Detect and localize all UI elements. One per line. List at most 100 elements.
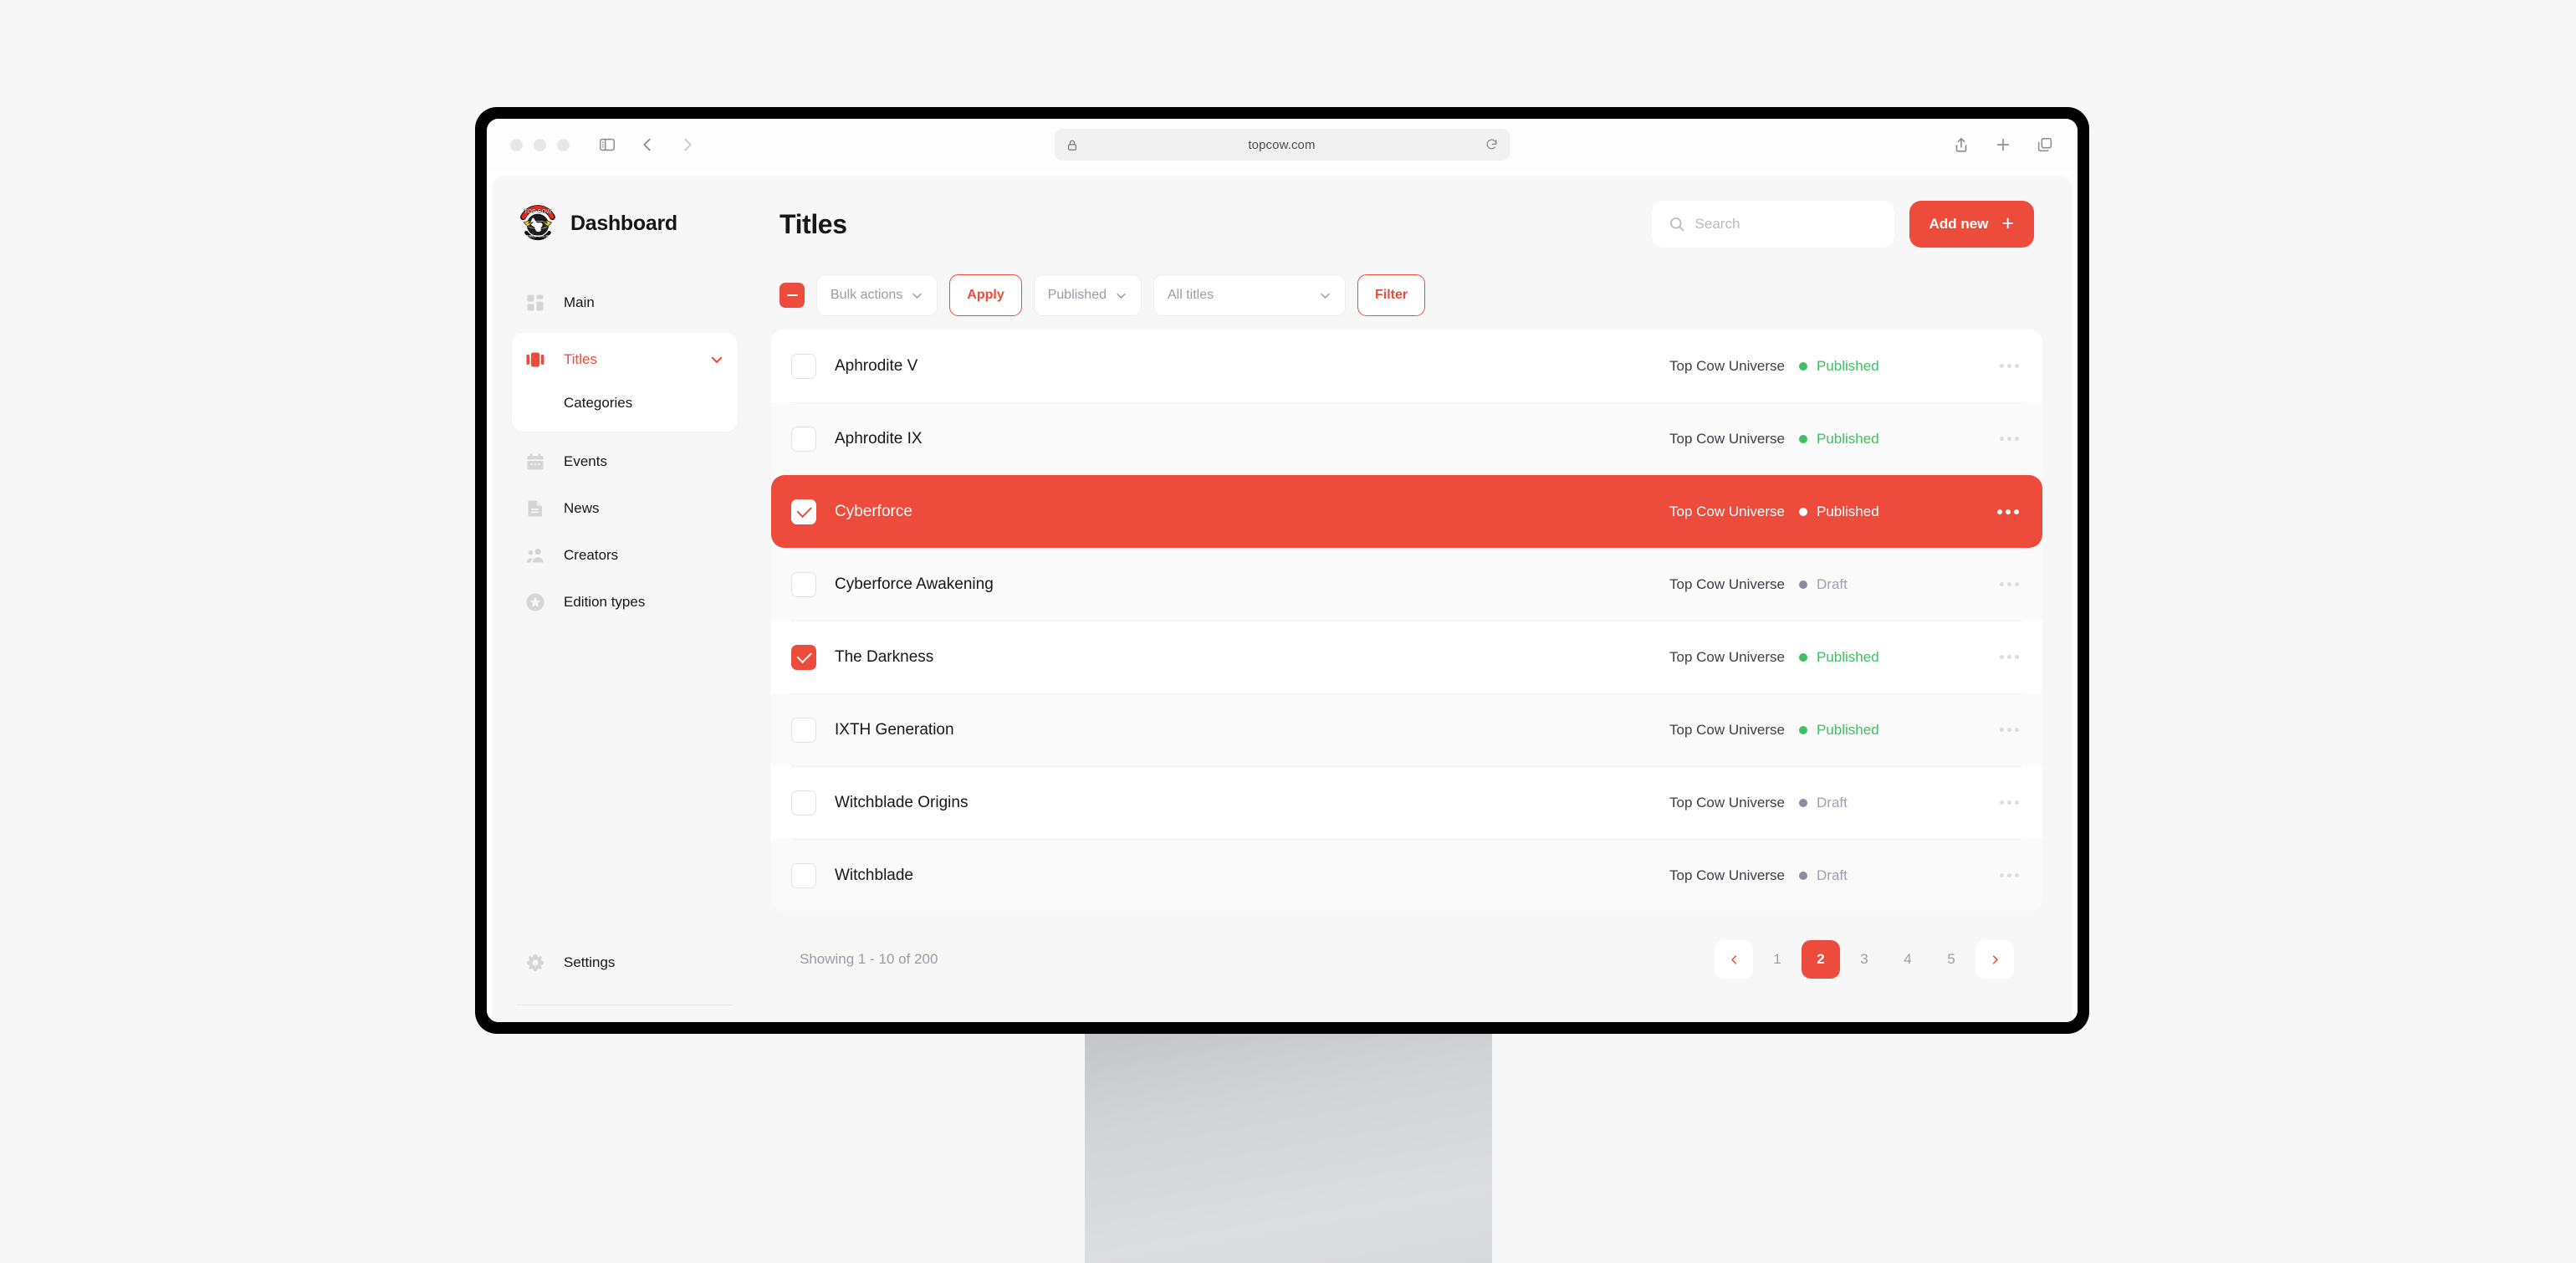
people-icon <box>525 545 545 565</box>
search-box[interactable] <box>1651 201 1894 248</box>
status-filter-label: Published <box>1047 288 1107 302</box>
sidebar-toggle-icon[interactable] <box>598 136 616 154</box>
monitor-bezel: topcow.com TOP COW PRODUCTIONS, INC. Das… <box>475 107 2089 1034</box>
row-category: Top Cow Universe <box>1669 357 1785 374</box>
table-row[interactable]: IXTH Generation Top Cow Universe Published <box>771 693 2042 766</box>
row-more-icon[interactable] <box>2000 873 2019 877</box>
titles-table: Aphrodite V Top Cow Universe Published Aphr… <box>771 330 2042 912</box>
svg-text:PRODUCTIONS, INC.: PRODUCTIONS, INC. <box>524 235 551 238</box>
page-title: Titles <box>779 208 847 239</box>
row-checkbox[interactable] <box>791 499 816 524</box>
filter-button[interactable]: Filter <box>1357 274 1426 316</box>
pagination-page-2[interactable]: 2 <box>1802 940 1840 979</box>
table-row[interactable]: Cyberforce Top Cow Universe Published <box>771 475 2042 548</box>
row-checkbox[interactable] <box>791 426 816 452</box>
status-dot-icon <box>1799 580 1807 589</box>
row-more-icon[interactable] <box>2000 437 2019 441</box>
row-checkbox[interactable] <box>791 717 816 743</box>
minimize-window-button[interactable] <box>534 138 546 151</box>
plus-icon[interactable] <box>1994 136 2012 154</box>
sidebar-item-settings[interactable]: Settings <box>512 939 738 986</box>
row-title: Aphrodite IX <box>835 429 923 447</box>
search-input[interactable] <box>1694 216 1878 233</box>
pagination-page-4[interactable]: 4 <box>1889 940 1927 979</box>
select-all-checkbox[interactable] <box>779 283 805 308</box>
row-category: Top Cow Universe <box>1669 503 1785 519</box>
sidebar-item-categories[interactable]: Categories <box>512 383 738 423</box>
row-status-badge: Draft <box>1799 867 1848 884</box>
chevron-down-icon[interactable] <box>709 352 724 367</box>
row-status-badge: Published <box>1799 504 1879 520</box>
monitor-screen: topcow.com TOP COW PRODUCTIONS, INC. Das… <box>487 119 2078 1022</box>
status-dot-icon <box>1799 798 1807 807</box>
row-checkbox[interactable] <box>791 571 816 597</box>
calendar-icon <box>525 452 545 472</box>
row-status-badge: Published <box>1799 431 1879 447</box>
brand-title: Dashboard <box>570 211 677 235</box>
url-text: topcow.com <box>1248 137 1316 152</box>
status-dot-icon <box>1799 434 1807 443</box>
sidebar-item-titles[interactable]: Titles <box>512 336 738 383</box>
status-dot-icon <box>1799 507 1807 516</box>
row-more-icon[interactable] <box>2000 655 2019 659</box>
share-icon[interactable] <box>1952 136 1970 154</box>
table-row[interactable]: Cyberforce Awakening Top Cow Universe Draf… <box>771 548 2042 621</box>
row-status-label: Published <box>1817 430 1879 447</box>
back-arrow-icon[interactable] <box>638 136 657 154</box>
row-title: The Darkness <box>835 647 934 666</box>
row-status-badge: Draft <box>1799 795 1848 811</box>
close-window-button[interactable] <box>510 138 523 151</box>
row-status-label: Published <box>1817 721 1879 738</box>
row-more-icon[interactable] <box>1997 509 2019 514</box>
sidebar-item-label: News <box>564 500 600 516</box>
row-checkbox[interactable] <box>791 862 816 888</box>
row-checkbox[interactable] <box>791 790 816 816</box>
tabs-overview-icon[interactable] <box>2036 136 2054 154</box>
table-row[interactable]: Witchblade Top Cow Universe Draft <box>771 839 2042 912</box>
forward-arrow-icon[interactable] <box>678 136 697 154</box>
add-new-label: Add new <box>1929 216 1989 232</box>
table-row[interactable]: The Darkness Top Cow Universe Published <box>771 621 2042 693</box>
sidebar-item-edition-types[interactable]: Edition types <box>512 579 738 626</box>
apply-button[interactable]: Apply <box>949 274 1022 316</box>
pagination-prev[interactable] <box>1715 940 1753 979</box>
lock-icon <box>1066 139 1079 151</box>
pagination-next[interactable] <box>1975 940 2014 979</box>
window-traffic-lights[interactable] <box>510 138 570 151</box>
table-row[interactable]: Aphrodite IX Top Cow Universe Published <box>771 402 2042 475</box>
row-status-label: Published <box>1817 357 1879 374</box>
reload-icon[interactable] <box>1485 138 1499 151</box>
pagination-page-1[interactable]: 1 <box>1758 940 1797 979</box>
row-more-icon[interactable] <box>2000 364 2019 368</box>
row-more-icon[interactable] <box>2000 800 2019 805</box>
bulk-actions-select[interactable]: Bulk actions <box>816 274 938 316</box>
table-row[interactable]: Aphrodite V Top Cow Universe Published <box>771 330 2042 402</box>
row-more-icon[interactable] <box>2000 728 2019 732</box>
content-area: Titles Search Add new + Bulk actions App… <box>758 176 2073 1022</box>
sidebar-item-label: Events <box>564 453 607 469</box>
sidebar-item-creators[interactable]: Creators <box>512 532 738 579</box>
books-icon <box>525 350 545 370</box>
address-bar[interactable]: topcow.com <box>1054 129 1510 161</box>
row-status-label: Draft <box>1817 867 1848 883</box>
search-icon <box>1669 216 1685 233</box>
row-more-icon[interactable] <box>2000 582 2019 586</box>
sidebar-item-label: Main <box>564 294 595 310</box>
status-filter-select[interactable]: Published <box>1033 274 1142 316</box>
maximize-window-button[interactable] <box>557 138 570 151</box>
status-dot-icon <box>1799 361 1807 371</box>
sidebar-item-news[interactable]: News <box>512 485 738 532</box>
titles-filter-select[interactable]: All titles <box>1153 274 1346 316</box>
sidebar-item-events[interactable]: Events <box>512 438 738 485</box>
add-new-button[interactable]: Add new + <box>1909 201 2034 248</box>
row-title: IXTH Generation <box>835 720 954 739</box>
table-row[interactable]: Witchblade Origins Top Cow Universe Draft <box>771 766 2042 839</box>
pagination-page-3[interactable]: 3 <box>1845 940 1883 979</box>
row-title: Cyberforce <box>835 502 912 520</box>
pagination-page-5[interactable]: 5 <box>1932 940 1970 979</box>
app-window: TOP COW PRODUCTIONS, INC. Dashboard Main… <box>487 171 2078 1022</box>
sidebar-item-main[interactable]: Main <box>512 279 738 326</box>
row-checkbox[interactable] <box>791 644 816 670</box>
row-checkbox[interactable] <box>791 353 816 379</box>
sidebar-item-label: Edition types <box>564 594 646 610</box>
